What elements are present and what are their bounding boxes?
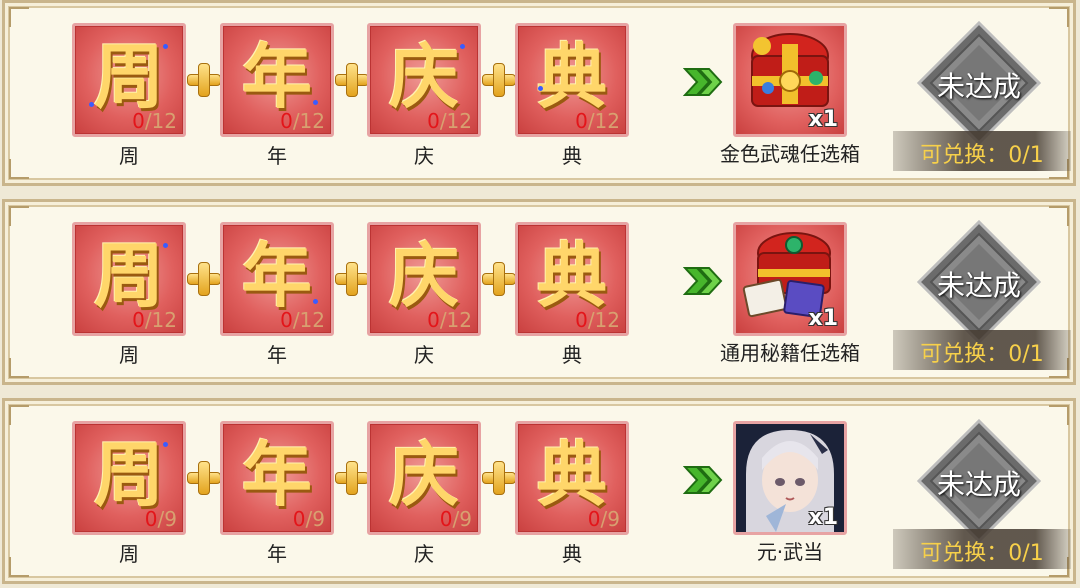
status-text: 未达成 [936, 468, 1021, 501]
material-tile-qing[interactable]: 庆 0/12 [367, 23, 481, 137]
plus-icon [187, 63, 221, 97]
material-tile-dian[interactable]: 典 0/9 [515, 421, 629, 535]
tile-label: 周 [119, 144, 139, 168]
plus-icon [335, 63, 369, 97]
tile-count: 0/9 [439, 507, 472, 531]
plus-icon [187, 262, 221, 296]
frame-corner [9, 159, 29, 179]
double-chevron-right-icon [683, 68, 723, 96]
reward-name: 元·武当 [756, 540, 824, 564]
tile-count: 0/12 [280, 109, 325, 133]
tile-count: 0/12 [575, 308, 620, 332]
material-tile-qing[interactable]: 庆 0/9 [367, 421, 481, 535]
plus-icon [335, 461, 369, 495]
status-badge: 未达成 [916, 20, 1042, 146]
tile-label: 年 [267, 343, 287, 367]
tile-label: 庆 [414, 144, 434, 168]
material-tile-dian[interactable]: 典 0/12 [515, 222, 629, 336]
reward-name: 金色武魂任选箱 [720, 142, 860, 166]
tile-count: 0/12 [575, 109, 620, 133]
status-badge: 未达成 [916, 418, 1042, 544]
frame-corner [9, 7, 29, 27]
frame-corner [9, 405, 29, 425]
tile-count: 0/12 [132, 109, 177, 133]
status-text: 未达成 [936, 269, 1021, 302]
exchange-count: 可兑换：0/1 [920, 541, 1044, 566]
frame-corner [9, 206, 29, 226]
material-tile-nian[interactable]: 年 0/12 [220, 23, 334, 137]
tile-label: 周 [119, 343, 139, 367]
plus-icon [187, 461, 221, 495]
tile-label: 年 [267, 542, 287, 566]
double-chevron-right-icon [683, 466, 723, 494]
exchange-row-1: 周 0/12 年 0/12 庆 0/12 典 0/12 周 年 庆 典 x1 金… [2, 0, 1076, 186]
reward-qty: x1 [808, 505, 839, 530]
reward-qty: x1 [808, 107, 839, 132]
exchange-count-bar: 可兑换：0/1 [893, 131, 1071, 171]
reward-item-character[interactable]: x1 [733, 421, 847, 535]
tile-count: 0/12 [132, 308, 177, 332]
material-tile-nian[interactable]: 年 0/9 [220, 421, 334, 535]
tile-label: 周 [119, 542, 139, 566]
material-tile-zhou[interactable]: 周 0/12 [72, 23, 186, 137]
tile-count: 0/9 [292, 507, 325, 531]
tile-label: 年 [267, 144, 287, 168]
exchange-count: 可兑换：0/1 [920, 143, 1044, 168]
exchange-count-bar: 可兑换：0/1 [893, 529, 1071, 569]
plus-icon [482, 63, 516, 97]
tile-label: 典 [562, 144, 582, 168]
plus-icon [482, 262, 516, 296]
material-tile-nian[interactable]: 年 0/12 [220, 222, 334, 336]
tile-label: 庆 [414, 343, 434, 367]
reward-item-gold-chest[interactable]: x1 [733, 23, 847, 137]
frame-corner [1049, 405, 1069, 425]
material-tile-zhou[interactable]: 周 0/12 [72, 222, 186, 336]
reward-name: 通用秘籍任选箱 [720, 341, 860, 365]
tile-label: 典 [562, 542, 582, 566]
tile-count: 0/12 [427, 109, 472, 133]
exchange-row-2: 周 0/12 年 0/12 庆 0/12 典 0/12 周 年 庆 典 x1 通… [2, 199, 1076, 385]
status-text: 未达成 [936, 70, 1021, 103]
material-tile-zhou[interactable]: 周 0/9 [72, 421, 186, 535]
tile-count: 0/12 [280, 308, 325, 332]
tile-count: 0/12 [427, 308, 472, 332]
exchange-row-3: 周 0/9 年 0/9 庆 0/9 典 0/9 周 年 庆 典 x1 元·武当 … [2, 398, 1076, 584]
frame-corner [1049, 7, 1069, 27]
reward-item-book-chest[interactable]: x1 [733, 222, 847, 336]
frame-corner [1049, 206, 1069, 226]
material-tile-qing[interactable]: 庆 0/12 [367, 222, 481, 336]
material-tile-dian[interactable]: 典 0/12 [515, 23, 629, 137]
frame-corner [9, 358, 29, 378]
tile-count: 0/9 [144, 507, 177, 531]
reward-qty: x1 [808, 306, 839, 331]
plus-icon [335, 262, 369, 296]
frame-corner [9, 557, 29, 577]
status-badge: 未达成 [916, 219, 1042, 345]
tile-label: 典 [562, 343, 582, 367]
tile-label: 庆 [414, 542, 434, 566]
double-chevron-right-icon [683, 267, 723, 295]
tile-count: 0/9 [587, 507, 620, 531]
exchange-count: 可兑换：0/1 [920, 342, 1044, 367]
exchange-count-bar: 可兑换：0/1 [893, 330, 1071, 370]
plus-icon [482, 461, 516, 495]
